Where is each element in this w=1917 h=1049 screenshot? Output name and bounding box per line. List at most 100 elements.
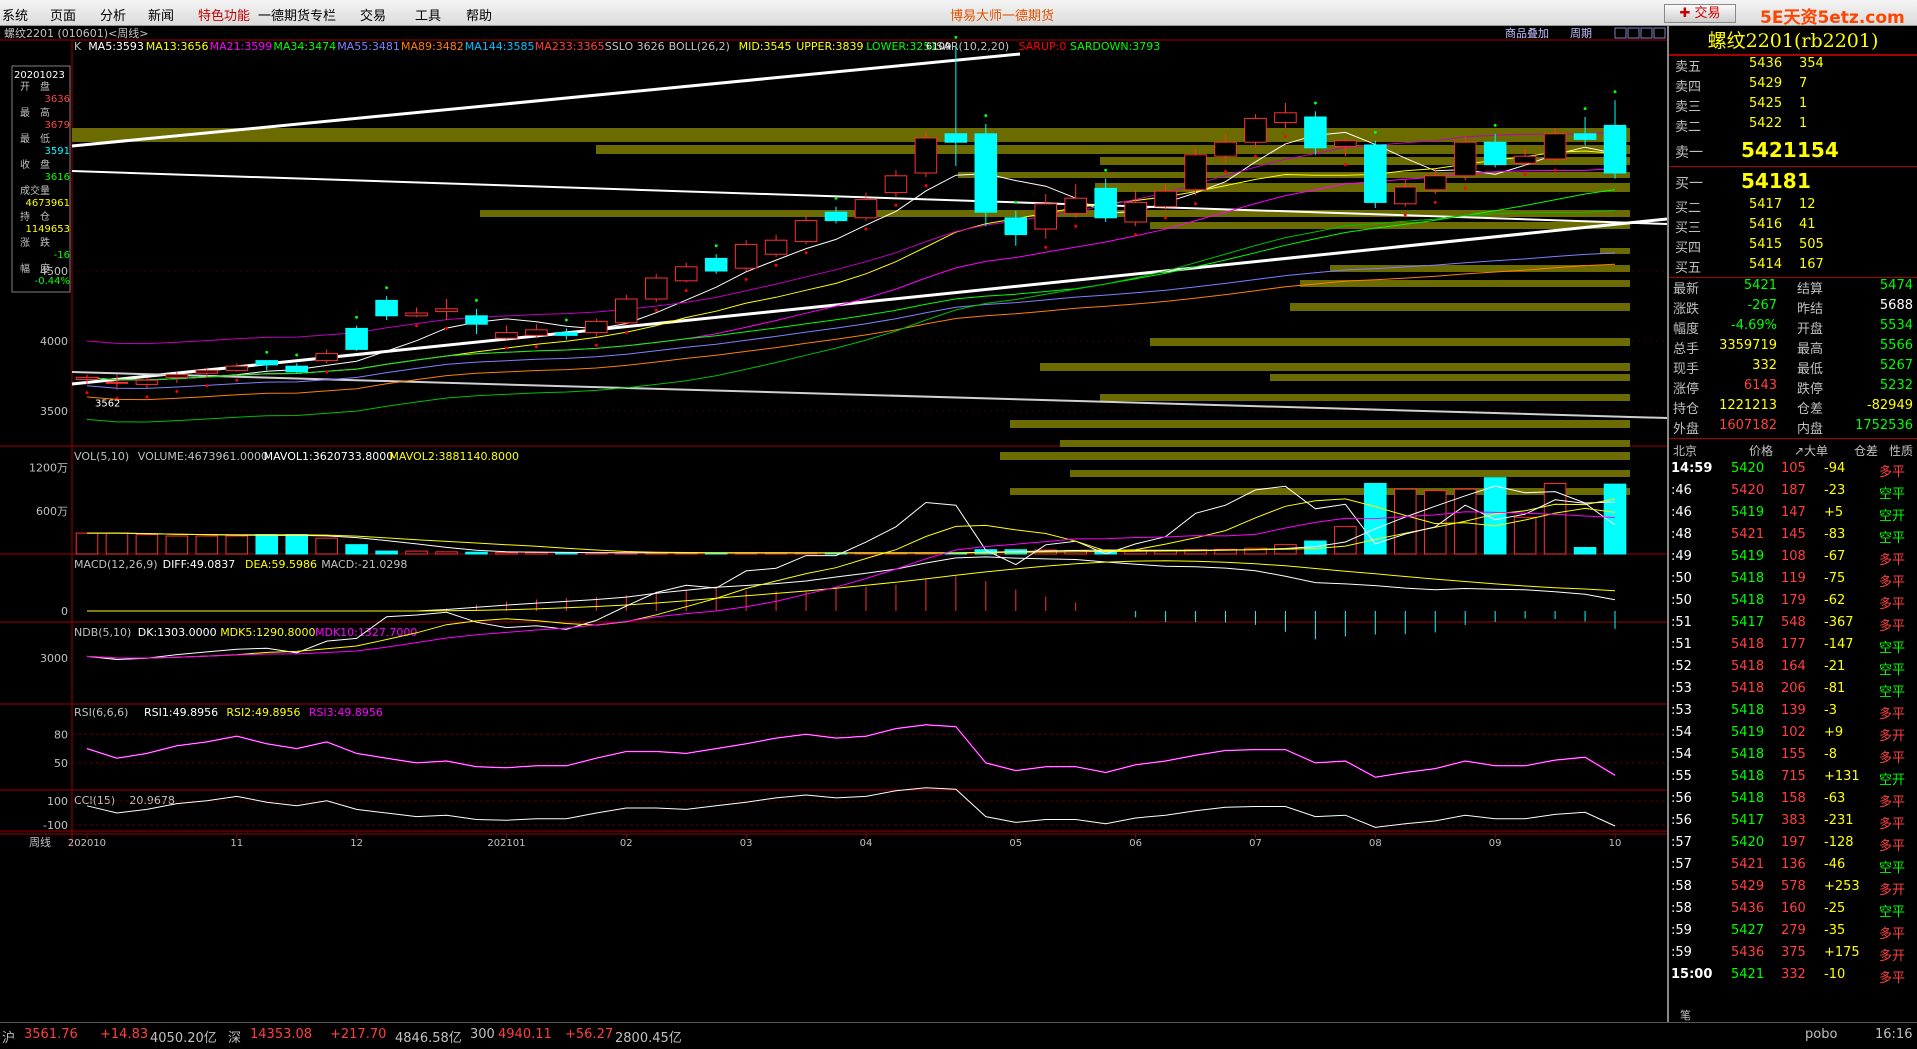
candle-body[interactable] bbox=[1394, 186, 1417, 205]
candle-body[interactable] bbox=[734, 243, 758, 269]
ask-level-3[interactable]: 卖三 5425 1 bbox=[1669, 96, 1917, 116]
candle-body[interactable] bbox=[1423, 175, 1447, 191]
candle-body[interactable] bbox=[1214, 141, 1237, 157]
candle-body[interactable] bbox=[1154, 190, 1177, 208]
candle-body[interactable] bbox=[1573, 133, 1597, 140]
candle-body[interactable] bbox=[944, 133, 968, 143]
candle-body[interactable] bbox=[1034, 203, 1058, 230]
ndb-legend-1: DK:1303.0000 bbox=[138, 626, 217, 639]
menu-item-1[interactable]: 页面 bbox=[50, 5, 76, 24]
bid-level-5[interactable]: 买五 5414 167 bbox=[1669, 257, 1917, 277]
bid-level-3[interactable]: 买三 5416 41 bbox=[1669, 217, 1917, 237]
ask-level-4[interactable]: 卖四 5429 7 bbox=[1669, 76, 1917, 96]
candle-body[interactable] bbox=[1304, 116, 1327, 149]
menu-item-7[interactable]: 工具 bbox=[415, 5, 441, 24]
ma-legend-3: MA21:3599 bbox=[210, 40, 273, 53]
candle-body[interactable] bbox=[615, 298, 638, 324]
candle-body[interactable] bbox=[1064, 197, 1087, 215]
candle-body[interactable] bbox=[375, 299, 398, 317]
info-label: 最 高 bbox=[20, 106, 50, 119]
volume-bar bbox=[135, 534, 159, 555]
candle-body[interactable] bbox=[195, 369, 219, 374]
candle-body[interactable] bbox=[1364, 144, 1387, 203]
menu-item-3[interactable]: 新闻 bbox=[148, 5, 174, 24]
candle-body[interactable] bbox=[75, 376, 99, 380]
candle-body[interactable] bbox=[225, 365, 249, 371]
candle-body[interactable] bbox=[495, 332, 518, 339]
candle-body[interactable] bbox=[1334, 140, 1357, 147]
menu-item-8[interactable]: 帮助 bbox=[466, 5, 492, 24]
sar-dot bbox=[1313, 101, 1317, 105]
zoom-in-icon[interactable] bbox=[1640, 27, 1653, 39]
ask-level-5[interactable]: 卖五 5436 354 bbox=[1669, 56, 1917, 76]
footer-tab[interactable]: 笔 bbox=[1680, 1007, 1691, 1023]
candle-body[interactable] bbox=[1244, 117, 1267, 143]
candle-body[interactable] bbox=[974, 133, 998, 213]
bid-level-2[interactable]: 买二 5417 12 bbox=[1669, 197, 1917, 217]
trade-button[interactable]: ✚ 交易 bbox=[1664, 4, 1736, 23]
candle-body[interactable] bbox=[644, 277, 668, 300]
candle-body[interactable] bbox=[1603, 124, 1627, 174]
nav-left-icon[interactable] bbox=[1614, 27, 1627, 39]
candle-body[interactable] bbox=[285, 365, 308, 373]
candle-body[interactable] bbox=[824, 211, 848, 222]
high-annotation: 6109 bbox=[926, 42, 951, 53]
sar-dot bbox=[864, 227, 868, 231]
ma-legend-16: SARDOWN:3793 bbox=[1070, 40, 1160, 53]
xaxis-label: 08 bbox=[1369, 838, 1382, 849]
candle-body[interactable] bbox=[1184, 154, 1207, 191]
tick-row: :50 5418 119 -75 多平 bbox=[1671, 571, 1906, 590]
bid-level-4[interactable]: 买四 5415 505 bbox=[1669, 237, 1917, 257]
candle-body[interactable] bbox=[1483, 141, 1507, 166]
tick-row: :54 5418 155 -8 多平 bbox=[1671, 747, 1906, 766]
volume-bar bbox=[285, 534, 308, 555]
menu-item-4[interactable]: 特色功能 bbox=[198, 5, 250, 24]
tick-row: :54 5419 102 +9 多开 bbox=[1671, 725, 1906, 744]
volume-bar bbox=[345, 544, 368, 555]
candle-body[interactable] bbox=[585, 320, 608, 334]
sar-dot bbox=[1583, 107, 1587, 111]
candle-body[interactable] bbox=[1274, 112, 1297, 124]
candle-body[interactable] bbox=[1124, 201, 1147, 223]
candle-body[interactable] bbox=[914, 137, 938, 174]
candle-body[interactable] bbox=[794, 220, 818, 243]
candle-body[interactable] bbox=[1453, 141, 1477, 177]
candle-body[interactable] bbox=[1004, 217, 1028, 236]
candle-body[interactable] bbox=[315, 353, 338, 362]
candle-body[interactable] bbox=[1543, 133, 1567, 160]
candle-body[interactable] bbox=[255, 360, 279, 366]
bid-level-1[interactable]: 买一 5418 1 bbox=[1669, 167, 1917, 197]
candle-body[interactable] bbox=[884, 175, 908, 194]
sar-dot bbox=[1613, 90, 1617, 94]
candle-body[interactable] bbox=[525, 329, 548, 336]
cci-axis-label: 100 bbox=[47, 795, 68, 808]
nav-right-icon[interactable] bbox=[1627, 27, 1640, 39]
kline-chart-area[interactable]: 螺纹2201 (010601)<周线> 商品叠加 周期 20201023开 盘3636… bbox=[0, 26, 1667, 1022]
candle-body[interactable] bbox=[405, 312, 428, 317]
candle-body[interactable] bbox=[555, 332, 578, 336]
candle-body[interactable] bbox=[704, 257, 728, 272]
xaxis-label: 04 bbox=[860, 838, 873, 849]
candle-body[interactable] bbox=[674, 266, 698, 282]
tick-row: :49 5419 108 -67 多平 bbox=[1671, 549, 1906, 568]
candle-body[interactable] bbox=[764, 239, 788, 255]
ask-level-1[interactable]: 卖一 5421 154 bbox=[1669, 136, 1917, 166]
ask-level-2[interactable]: 卖二 5422 1 bbox=[1669, 116, 1917, 136]
candle-body[interactable] bbox=[105, 381, 129, 384]
candle-body[interactable] bbox=[135, 379, 159, 385]
candle-body[interactable] bbox=[345, 327, 368, 350]
candle-body[interactable] bbox=[1513, 155, 1537, 164]
candle-body[interactable] bbox=[854, 199, 878, 219]
menu-item-0[interactable]: 系统 bbox=[2, 5, 28, 24]
tick-row: 15:00 5421 332 -10 多平 bbox=[1671, 967, 1906, 986]
candle-body[interactable] bbox=[1094, 187, 1117, 219]
zoom-out-icon[interactable] bbox=[1653, 27, 1666, 39]
menu-item-2[interactable]: 分析 bbox=[100, 5, 126, 24]
menu-item-6[interactable]: 交易 bbox=[360, 5, 386, 24]
candle-body[interactable] bbox=[465, 315, 488, 325]
candle-body[interactable] bbox=[435, 308, 458, 313]
candle-body[interactable] bbox=[165, 374, 189, 378]
tick-table-header: 北京 价格 ↗大单 仓差 性质 bbox=[1669, 438, 1917, 458]
menu-item-5[interactable]: 一德期货专栏 bbox=[258, 5, 336, 24]
stat-row: 幅度 -4.69% 开盘 5534 bbox=[1673, 318, 1913, 337]
